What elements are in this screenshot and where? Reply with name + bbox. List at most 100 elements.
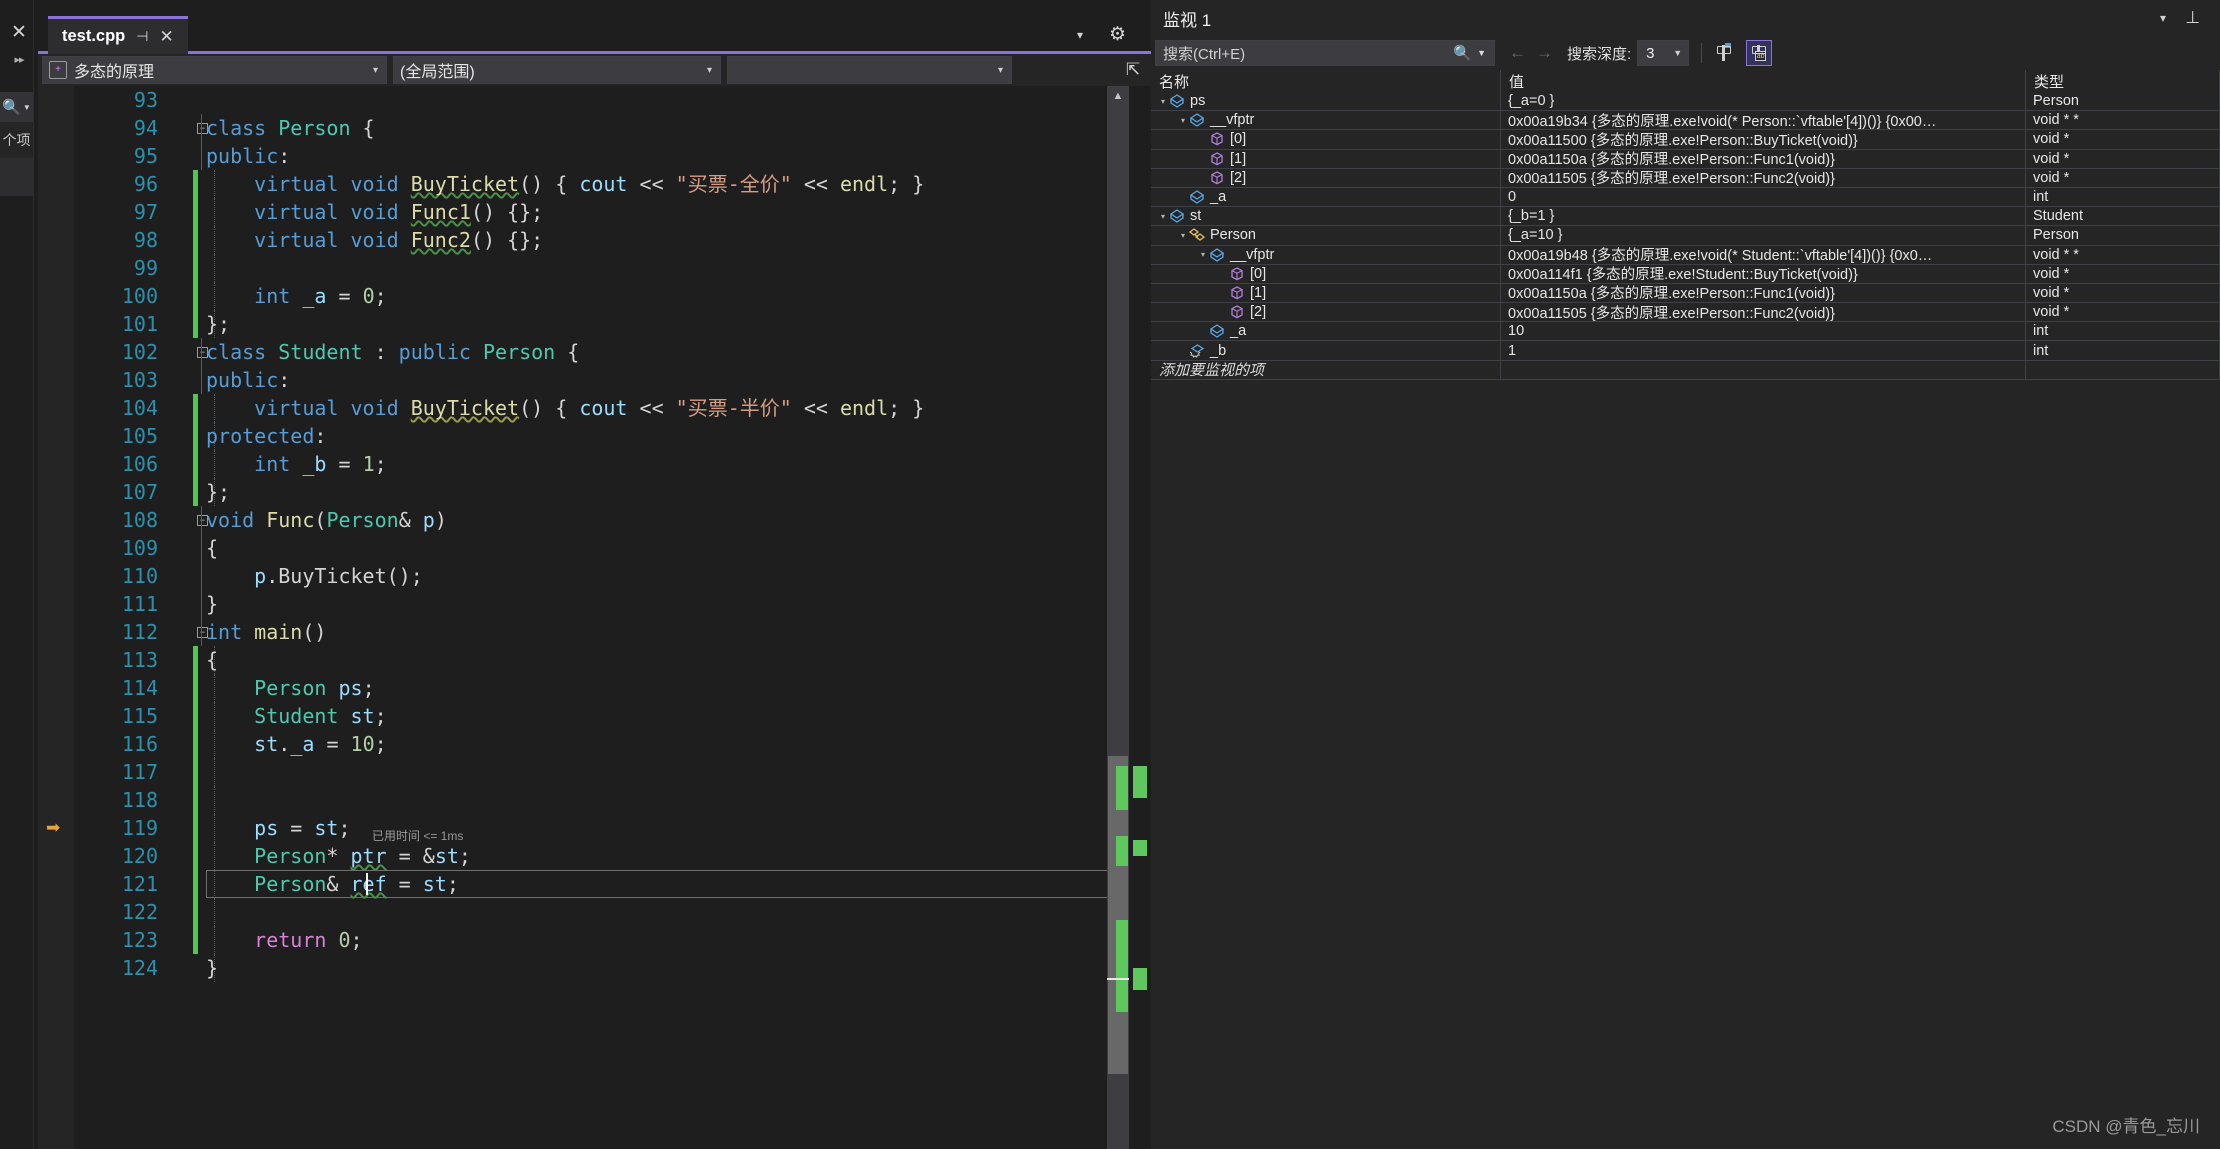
expand-toggle-icon[interactable]: ▾ [1197,246,1209,264]
code-line[interactable]: 98 virtual void Func2() {}; [38,226,1151,254]
search-prev-button[interactable]: ← [1509,43,1526,63]
watch-value-cell[interactable]: 0x00a11505 {多态的原理.exe!Person::Func2(void… [1501,303,2026,322]
search-input[interactable]: 搜索(Ctrl+E) 🔍 ▼ [1155,40,1495,66]
expand-toggle-icon[interactable]: ▾ [1197,130,1209,148]
pin-column-button[interactable] [1711,40,1737,66]
watch-value-cell[interactable]: {_a=10 } [1501,226,2026,245]
code-line[interactable]: −102 class Student : public Person { [38,338,1151,366]
expand-toggle-icon[interactable]: ▾ [1157,92,1169,110]
expand-toggle-icon[interactable]: ▾ [1177,226,1189,244]
table-row[interactable]: ▾ [2] 0x00a11505 {多态的原理.exe!Person::Func2(… [1151,303,2220,323]
table-row[interactable]: ▾ _a 10 int [1151,322,2220,342]
code-line[interactable]: −108 void Func(Person& p) [38,506,1151,534]
pin-icon[interactable]: ⊣ [136,28,148,45]
table-row[interactable]: ▾ [0] 0x00a11500 {多态的原理.exe!Person::BuyTic… [1151,130,2220,150]
search-depth-dropdown[interactable]: 3 ▼ [1637,40,1690,66]
chevron-down-icon[interactable]: ▾ [1077,28,1083,42]
column-header[interactable]: 名称 [1151,70,1501,92]
watch-value-cell[interactable]: 0x00a114f1 {多态的原理.exe!Student::BuyTicket… [1501,264,2026,283]
code-line[interactable]: 118 [38,786,1151,814]
watch-name-cell[interactable]: ▾ [2] [1151,168,1501,187]
search-icon[interactable]: 🔍 [1453,44,1472,62]
code-line[interactable]: 93 [38,86,1151,114]
watch-name-cell[interactable]: ▾ [1] [1151,283,1501,303]
expand-toggle-icon[interactable]: ▾ [1177,341,1189,359]
search-next-button[interactable]: → [1536,43,1553,63]
code-line[interactable]: 111} [38,590,1151,618]
code-line[interactable]: 116 st._a = 10; [38,730,1151,758]
scroll-up-icon[interactable]: ▲ [1107,86,1129,106]
code-line[interactable]: 99 [38,254,1151,282]
table-row[interactable]: ▾ [1] 0x00a1150a {多态的原理.exe!Person::Func1(… [1151,149,2220,169]
table-row[interactable]: ▾ Person {_a=10 } Person [1151,226,2220,246]
column-header[interactable]: 类型 [2026,70,2220,92]
watch-name-cell[interactable]: ▾ ps [1151,92,1501,111]
code-line[interactable]: 96 virtual void BuyTicket() { cout << "买… [38,170,1151,198]
rail-item-count[interactable]: 个项 [0,122,33,158]
column-header[interactable]: 值 [1501,70,2026,92]
table-row[interactable]: ▾ ps {_a=0 } Person [1151,92,2220,112]
add-watch-value-cell[interactable] [1501,360,2026,379]
watch-name-cell[interactable]: ▾ st [1151,207,1501,226]
code-line[interactable]: 117 [38,758,1151,786]
code-line[interactable]: 123 return 0; [38,926,1151,954]
watch-name-cell[interactable]: ▾ _b [1151,341,1501,360]
watch-name-cell[interactable]: ▾ [0] [1151,130,1501,149]
project-dropdown[interactable]: + 多态的原理 ▾ [42,56,387,84]
watch-name-cell[interactable]: ▾ [0] [1151,264,1501,283]
search-icon-button[interactable]: 🔍 ▼ [0,92,33,122]
code-line[interactable]: 105 protected: [38,422,1151,450]
expand-toggle-icon[interactable]: ▾ [1177,111,1189,129]
hexadecimal-display-button[interactable]: ab [1746,40,1773,66]
code-line[interactable]: 124} [38,954,1151,982]
watch-name-cell[interactable]: ▾ __vfptr [1151,111,1501,130]
watch-name-cell[interactable]: ▾ [2] [1151,303,1501,322]
add-watch-row[interactable]: 添加要监视的项 [1151,360,2220,380]
watch-name-cell[interactable]: ▾ _a [1151,187,1501,207]
table-row[interactable]: ▾ [0] 0x00a114f1 {多态的原理.exe!Student::BuyTi… [1151,264,2220,284]
table-row[interactable]: ▾ [2] 0x00a11505 {多态的原理.exe!Person::Func2(… [1151,168,2220,188]
chevron-down-icon[interactable]: ▼ [1477,48,1486,58]
watch-value-cell[interactable]: 0x00a1150a {多态的原理.exe!Person::Func1(void… [1501,283,2026,303]
expand-chevrons-icon[interactable]: ▸▸ [8,52,30,68]
watch-value-cell[interactable]: {_b=1 } [1501,207,2026,226]
watch-value-cell[interactable]: 0x00a1150a {多态的原理.exe!Person::Func1(void… [1501,149,2026,168]
expand-toggle-icon[interactable]: ▾ [1197,169,1209,187]
table-row[interactable]: ▾ st {_b=1 } Student [1151,207,2220,227]
tab-test-cpp[interactable]: test.cpp ⊣ ✕ [48,16,188,54]
watch-value-cell[interactable]: 0 [1501,187,2026,207]
code-line[interactable]: 101}; [38,310,1151,338]
code-line[interactable]: −112 int main() [38,618,1151,646]
expand-toggle-icon[interactable]: ▾ [1217,303,1229,321]
expand-toggle-icon[interactable]: ▾ [1157,207,1169,225]
table-row[interactable]: ▾ _a 0 int [1151,187,2220,208]
table-row[interactable]: ▾ _b 1 int [1151,341,2220,361]
watch-value-cell[interactable]: 0x00a11505 {多态的原理.exe!Person::Func2(void… [1501,168,2026,187]
gear-icon[interactable]: ⚙ [1109,23,1126,46]
split-editor-icon[interactable]: ⇱ [1119,54,1147,86]
expand-toggle-icon[interactable]: ▾ [1197,322,1209,340]
code-line[interactable]: 121 Person& ref = st; [38,870,1151,898]
member-dropdown[interactable]: ▾ [727,56,1012,84]
watch-value-cell[interactable]: 0x00a19b48 {多态的原理.exe!void(* Student::`v… [1501,245,2026,264]
watch-value-cell[interactable]: 0x00a11500 {多态的原理.exe!Person::BuyTicket(… [1501,130,2026,149]
code-line[interactable]: 115 Student st; [38,702,1151,730]
watch-value-cell[interactable]: 1 [1501,341,2026,360]
watch-value-cell[interactable]: {_a=0 } [1501,92,2026,111]
code-line[interactable]: 97 virtual void Func1() {}; [38,198,1151,226]
scope-dropdown[interactable]: (全局范围) ▾ [393,56,721,84]
code-line[interactable]: 104 virtual void BuyTicket() { cout << "… [38,394,1151,422]
watch-value-cell[interactable]: 0x00a19b34 {多态的原理.exe!void(* Person::`vf… [1501,111,2026,130]
close-icon[interactable]: ✕ [8,22,30,44]
code-line[interactable]: −94 class Person { [38,114,1151,142]
watch-name-cell[interactable]: ▾ __vfptr [1151,245,1501,264]
code-line[interactable]: 106 int _b = 1; [38,450,1151,478]
code-line[interactable]: 113 { [38,646,1151,674]
expand-toggle-icon[interactable]: ▾ [1217,284,1229,302]
expand-toggle-icon[interactable]: ▾ [1177,188,1189,206]
code-line[interactable]: 119 ➡ ps = st; 已用时间 <= 1ms [38,814,1151,843]
close-icon[interactable]: ✕ [159,27,173,47]
code-line[interactable]: 120 Person* ptr = &st; [38,842,1151,870]
pin-icon[interactable]: ⊥ [2185,8,2200,28]
code-line[interactable]: 107}; [38,478,1151,506]
